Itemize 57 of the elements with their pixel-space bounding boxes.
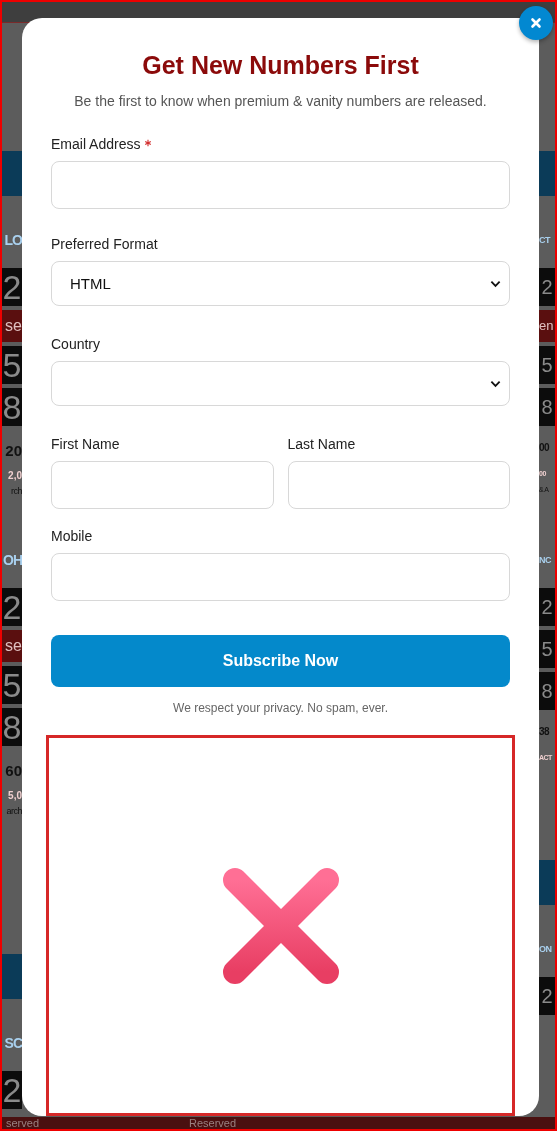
section-header-bar — [2, 954, 22, 999]
field-label: Preferred Format — [51, 236, 158, 253]
number-tile: 8 — [2, 388, 22, 426]
input-field[interactable] — [287, 461, 510, 509]
field-label: Email Address — [51, 136, 141, 153]
reserved-banner: en — [539, 310, 555, 342]
chevron-down-icon — [490, 379, 501, 388]
input-field[interactable] — [51, 461, 274, 509]
category-label: CT — [539, 234, 550, 247]
number-tile: 5 — [2, 666, 22, 704]
category-label: ON — [539, 943, 552, 956]
section-header-bar — [539, 151, 555, 196]
category-label: NC — [539, 554, 551, 567]
number-tile: 2 — [2, 588, 22, 626]
input-field[interactable] — [51, 161, 510, 209]
dropdown-field[interactable] — [51, 361, 510, 406]
field-label: First Name — [51, 436, 121, 453]
number-tile: 2 — [539, 977, 555, 1015]
number-text: 00 — [539, 442, 550, 455]
dropdown-field[interactable]: HTML — [51, 261, 510, 306]
category-label: OH — [3, 551, 22, 570]
field-label: Last Name — [287, 436, 357, 453]
close-icon — [530, 17, 542, 29]
dialog-subtitle: Be the first to know when premium & vanity numbers are released. — [73, 92, 488, 110]
price-text: 2,0 — [8, 470, 22, 483]
reserved-text: served — [6, 1117, 40, 1129]
price-text: 5,0 — [8, 790, 22, 803]
number-tile: 2 — [2, 1071, 22, 1109]
number-text: 20 — [5, 442, 22, 461]
chevron-down-icon — [490, 279, 501, 288]
number-tile: 5 — [539, 630, 555, 668]
section-header-bar — [2, 151, 22, 196]
note-text: rch — [11, 486, 22, 498]
field-label: Country — [51, 336, 101, 353]
reserved-text: Reserved — [189, 1117, 237, 1129]
number-tile: 5 — [2, 346, 22, 384]
number-tile: 2 — [2, 268, 22, 306]
dialog-title: Get New Numbers First — [141, 50, 420, 80]
input-field[interactable] — [51, 553, 510, 601]
number-text: 60 — [5, 762, 22, 781]
section-header-bar — [539, 860, 555, 905]
subscribe-button[interactable]: Subscribe Now — [51, 635, 510, 687]
number-tile: 8 — [539, 672, 555, 710]
reserved-banner: se — [2, 630, 22, 662]
number-tile: 2 — [539, 588, 555, 626]
number-text: 38 — [539, 726, 550, 739]
reserved-banner: se — [2, 310, 22, 342]
category-label: LO — [4, 231, 22, 250]
privacy-note: We respect your privacy. No spam, ever. — [172, 701, 389, 715]
cross-icon — [220, 865, 341, 986]
category-label: SC — [4, 1034, 22, 1053]
field-label: Mobile — [51, 528, 93, 545]
number-tile: 2 — [539, 268, 555, 306]
number-tile: 5 — [539, 346, 555, 384]
number-tile: 8 — [2, 708, 22, 746]
number-tile: 8 — [539, 388, 555, 426]
note-text: arch — [6, 806, 22, 818]
